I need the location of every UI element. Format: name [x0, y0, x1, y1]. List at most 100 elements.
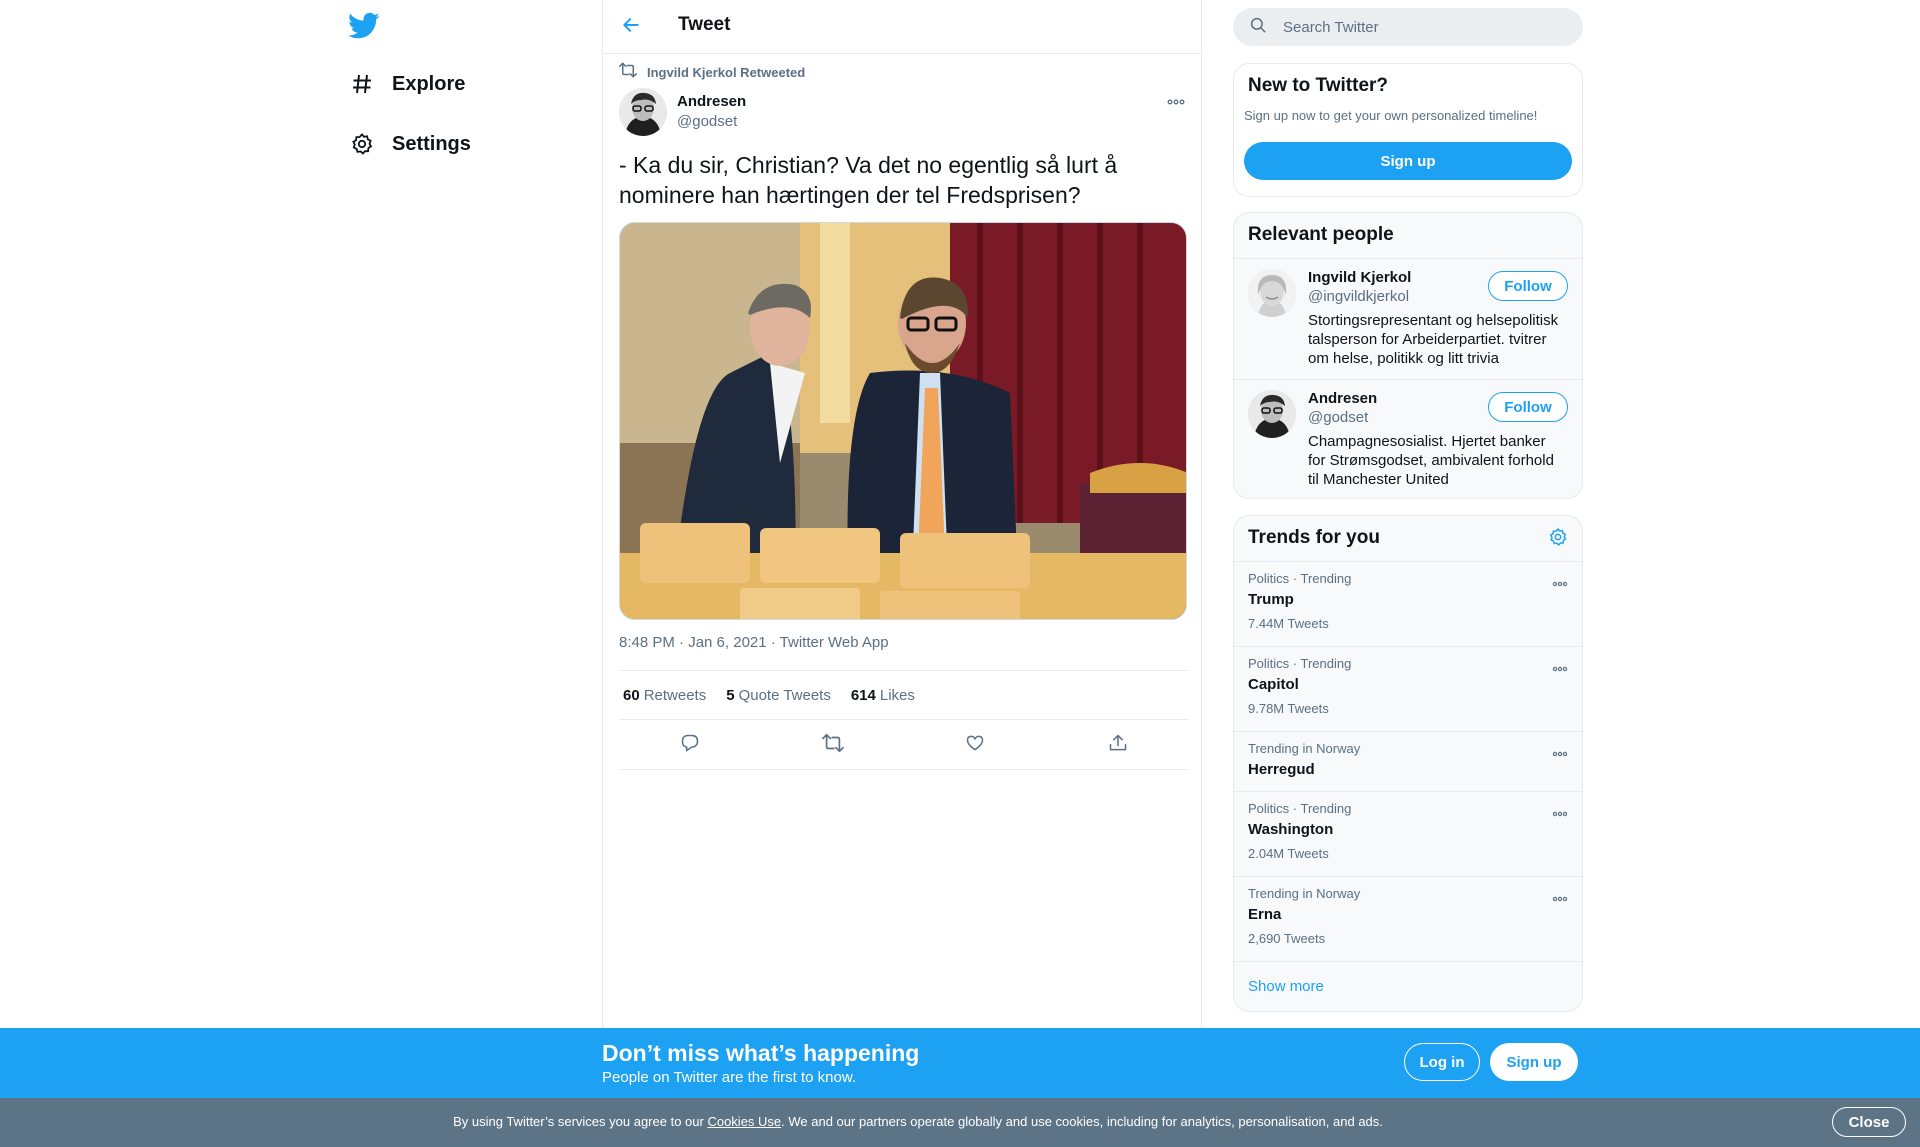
close-cookie-button[interactable]: Close	[1832, 1107, 1906, 1137]
person-andresen[interactable]: Andresen @godset Champagnesosialist. Hje…	[1234, 380, 1582, 498]
trends-settings-button[interactable]	[1546, 527, 1570, 551]
quote-tweets-stat[interactable]: 5 Quote Tweets	[726, 687, 831, 704]
relevant-people-card: Relevant people Ingvild Kjerkol @ingvild…	[1233, 212, 1583, 499]
gear-icon	[348, 130, 376, 158]
more-options-button[interactable]	[1165, 92, 1187, 110]
reply-icon	[680, 733, 700, 758]
nav-item-settings[interactable]: Settings	[348, 124, 471, 164]
trend-more-button[interactable]	[1550, 891, 1570, 905]
retweets-label: Retweets	[643, 686, 707, 704]
trend-name: Herregud	[1248, 761, 1315, 778]
nav-item-label: Settings	[392, 132, 471, 155]
trend-context: Politics · Trending	[1248, 571, 1352, 586]
more-dots-icon	[1552, 889, 1568, 907]
person-handle[interactable]: @ingvildkjerkol	[1308, 288, 1409, 305]
banner-sign-up-button[interactable]: Sign up	[1490, 1043, 1578, 1081]
share-button[interactable]	[1100, 728, 1136, 764]
tweet-timestamp[interactable]: 8:48 PM · Jan 6, 2021 · Twitter Web App	[619, 634, 889, 651]
trend-name: Washington	[1248, 821, 1334, 838]
trend-name: Trump	[1248, 591, 1294, 608]
banner-subtitle: People on Twitter are the first to know.	[602, 1069, 857, 1086]
arrow-left-icon	[621, 15, 641, 40]
trend-count: 2.04M Tweets	[1248, 846, 1329, 861]
like-icon	[965, 733, 985, 758]
cookie-text-before: By using Twitter’s services you agree to…	[453, 1114, 708, 1129]
trend-item[interactable]: Politics · Trending Washington 2.04M Twe…	[1234, 791, 1582, 876]
quote-tweets-label: Quote Tweets	[738, 686, 831, 704]
trend-more-button[interactable]	[1550, 746, 1570, 760]
trend-context: Trending in Norway	[1248, 886, 1361, 901]
reply-button[interactable]	[672, 728, 708, 764]
trends-card: Trends for you Politics · Trending Trump…	[1233, 515, 1583, 1012]
tweet-text: - Ka du sir, Christian? Va det no egentl…	[619, 152, 1118, 208]
trend-name: Capitol	[1248, 676, 1299, 693]
person-handle[interactable]: @godset	[1308, 409, 1368, 426]
trend-item[interactable]: Politics · Trending Capitol 9.78M Tweets	[1234, 646, 1582, 731]
person-name[interactable]: Andresen	[1308, 390, 1377, 407]
more-dots-icon	[1552, 744, 1568, 762]
twitter-bird-icon[interactable]	[348, 12, 380, 42]
trend-item[interactable]: Trending in Norway Erna 2,690 Tweets	[1234, 876, 1582, 961]
trend-count: 9.78M Tweets	[1248, 701, 1329, 716]
trend-name: Erna	[1248, 906, 1282, 923]
card-subtitle: Sign up now to get your own personalized…	[1244, 108, 1538, 123]
card-title: New to Twitter?	[1248, 75, 1389, 96]
like-button[interactable]	[957, 728, 993, 764]
gear-icon	[1548, 527, 1568, 552]
column-header: Tweet	[603, 0, 1201, 54]
retweet-icon	[821, 733, 844, 758]
trend-context: Politics · Trending	[1248, 656, 1352, 671]
tweet-author[interactable]: Andresen @godset	[619, 88, 746, 136]
retweets-count: 60	[623, 686, 640, 704]
more-dots-icon	[1167, 92, 1185, 110]
search-icon	[1249, 16, 1267, 39]
sign-up-button[interactable]: Sign up	[1244, 142, 1572, 180]
hashtag-icon	[348, 70, 376, 98]
likes-stat[interactable]: 614 Likes	[851, 687, 915, 704]
author-name[interactable]: Andresen	[677, 92, 746, 112]
banner-title: Don’t miss what’s happening	[602, 1040, 920, 1066]
card-title: Relevant people	[1248, 224, 1394, 245]
log-in-button[interactable]: Log in	[1404, 1043, 1480, 1081]
more-dots-icon	[1552, 804, 1568, 822]
page-title: Tweet	[678, 14, 731, 35]
nav-item-explore[interactable]: Explore	[348, 64, 465, 104]
person-bio: Stortingsrepresentant og helsepolitisk t…	[1308, 312, 1559, 367]
trend-more-button[interactable]	[1550, 576, 1570, 590]
search-input[interactable]	[1283, 18, 1553, 36]
cookie-text: By using Twitter’s services you agree to…	[0, 1114, 1836, 1129]
trend-context: Politics · Trending	[1248, 801, 1352, 816]
tweet-column: Tweet Ingvild Kjerkol Retweeted Andresen…	[602, 0, 1202, 1147]
trend-item[interactable]: Trending in Norway Herregud	[1234, 731, 1582, 791]
person-name[interactable]: Ingvild Kjerkol	[1308, 269, 1411, 286]
show-more-link[interactable]: Show more	[1248, 978, 1324, 995]
trend-count: 7.44M Tweets	[1248, 616, 1329, 631]
cookies-use-link[interactable]: Cookies Use	[707, 1114, 781, 1129]
back-button[interactable]	[615, 11, 647, 43]
retweet-context: Ingvild Kjerkol Retweeted	[619, 62, 805, 83]
trend-item[interactable]: Politics · Trending Trump 7.44M Tweets	[1234, 561, 1582, 646]
person-bio: Champagnesosialist. Hjertet banker for S…	[1308, 433, 1554, 488]
avatar[interactable]	[619, 88, 667, 136]
author-handle[interactable]: @godset	[677, 112, 746, 132]
more-dots-icon	[1552, 659, 1568, 677]
retweeted-by-label[interactable]: Ingvild Kjerkol Retweeted	[647, 65, 805, 80]
avatar[interactable]	[1248, 269, 1296, 317]
nav-item-label: Explore	[392, 72, 466, 95]
trend-context: Trending in Norway	[1248, 741, 1361, 756]
person-ingvild-kjerkol[interactable]: Ingvild Kjerkol @ingvildkjerkol Storting…	[1234, 259, 1582, 380]
follow-button[interactable]: Follow	[1488, 271, 1568, 301]
trend-count: 2,690 Tweets	[1248, 931, 1326, 946]
avatar[interactable]	[1248, 390, 1296, 438]
retweet-icon	[619, 62, 637, 83]
search-box[interactable]	[1233, 8, 1583, 46]
retweets-stat[interactable]: 60 Retweets	[623, 687, 706, 704]
quote-tweets-count: 5	[726, 686, 735, 704]
follow-button[interactable]: Follow	[1488, 392, 1568, 422]
tweet-stats: 60 Retweets 5 Quote Tweets 614 Likes	[619, 670, 1189, 720]
tweet-photo[interactable]	[619, 222, 1187, 620]
trend-more-button[interactable]	[1550, 661, 1570, 675]
share-icon	[1108, 733, 1128, 758]
retweet-button[interactable]	[815, 728, 851, 764]
trend-more-button[interactable]	[1550, 806, 1570, 820]
